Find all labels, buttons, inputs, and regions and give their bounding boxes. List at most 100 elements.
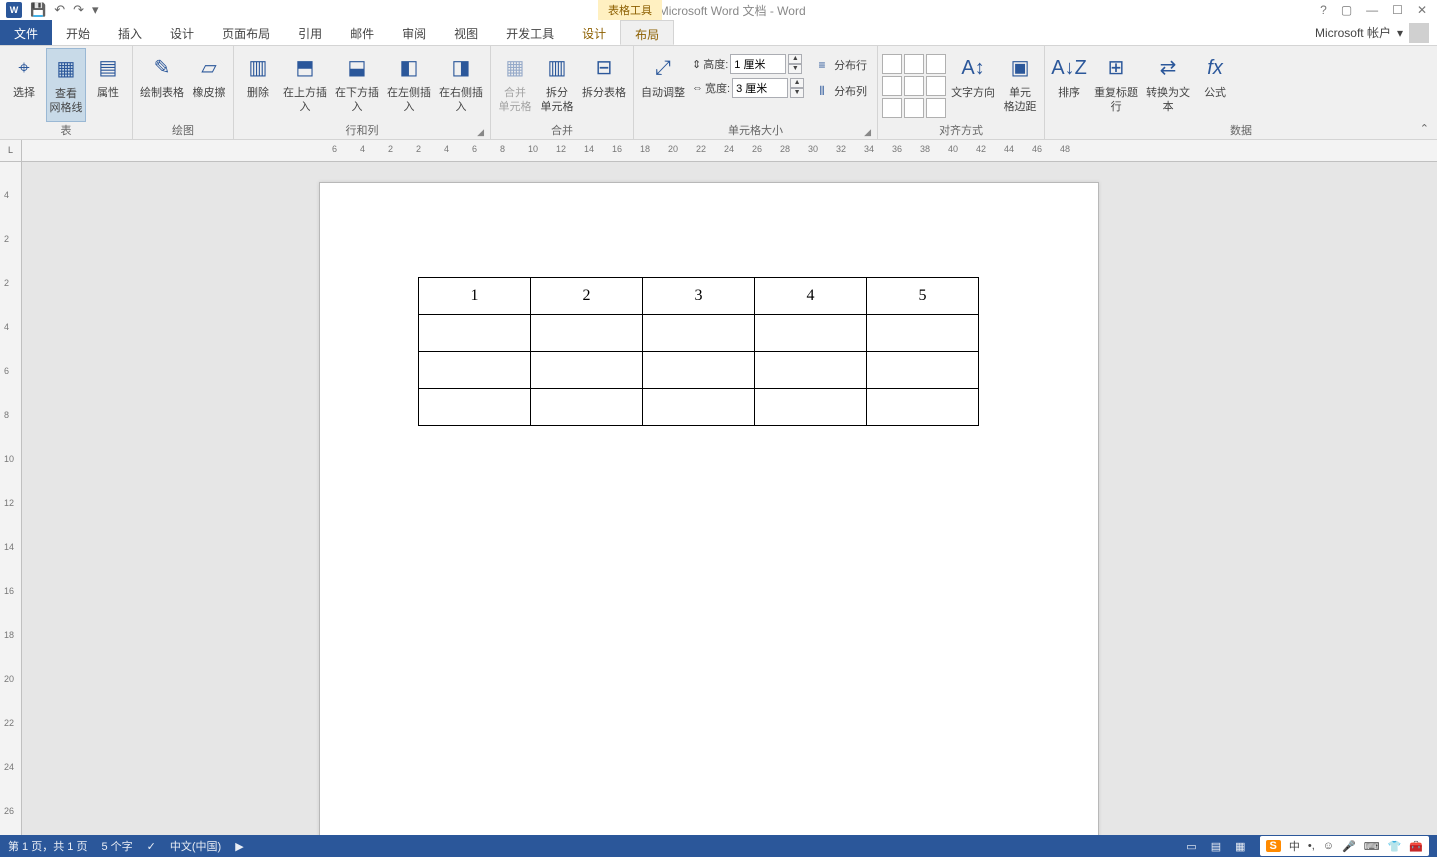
tab-view[interactable]: 视图 (440, 20, 492, 45)
page-info[interactable]: 第 1 页，共 1 页 (8, 838, 87, 854)
align-bot-left[interactable] (882, 98, 902, 118)
tab-review[interactable]: 审阅 (388, 20, 440, 45)
cell-margins-button[interactable]: ▣ 单元 格边距 (1000, 48, 1040, 122)
table-cell[interactable] (531, 352, 643, 389)
tab-table-layout[interactable]: 布局 (620, 20, 674, 45)
text-direction-button[interactable]: A↕ 文字方向 (948, 48, 998, 122)
close-icon[interactable]: ✕ (1417, 3, 1427, 17)
tab-references[interactable]: 引用 (284, 20, 336, 45)
ime-toolbox-icon[interactable]: 🧰 (1409, 840, 1423, 853)
table-cell[interactable]: 2 (531, 278, 643, 315)
collapse-ribbon-icon[interactable]: ⌃ (1420, 122, 1429, 135)
table-cell[interactable] (643, 389, 755, 426)
ime-mode[interactable]: 中 (1289, 838, 1300, 854)
page-area[interactable]: 12345 (22, 162, 1437, 835)
tab-developer[interactable]: 开发工具 (492, 20, 568, 45)
ruler-corner[interactable]: L (0, 140, 22, 162)
insert-above-button[interactable]: ⬒ 在上方插入 (280, 48, 330, 122)
cell-size-dialog-icon[interactable]: ◢ (864, 127, 871, 138)
table-cell[interactable] (755, 389, 867, 426)
eraser-button[interactable]: ▱ 橡皮擦 (189, 48, 229, 122)
tab-page-layout[interactable]: 页面布局 (208, 20, 284, 45)
table-cell[interactable] (867, 389, 979, 426)
align-mid-right[interactable] (926, 76, 946, 96)
table-row[interactable] (419, 389, 979, 426)
document-table[interactable]: 12345 (418, 277, 979, 426)
proofing-icon[interactable]: ✓ (147, 840, 156, 853)
tab-mailings[interactable]: 邮件 (336, 20, 388, 45)
macro-icon[interactable]: ▶ (235, 840, 243, 853)
table-cell[interactable]: 3 (643, 278, 755, 315)
web-layout-icon[interactable]: ▦ (1235, 840, 1245, 853)
height-down-icon[interactable]: ▼ (788, 64, 802, 74)
undo-icon[interactable]: ↶ (54, 2, 65, 18)
table-cell[interactable] (531, 389, 643, 426)
ime-skin-icon[interactable]: 👕 (1388, 840, 1402, 853)
table-row[interactable] (419, 315, 979, 352)
tab-design[interactable]: 设计 (156, 20, 208, 45)
table-cell[interactable]: 4 (755, 278, 867, 315)
table-cell[interactable] (867, 352, 979, 389)
tab-insert[interactable]: 插入 (104, 20, 156, 45)
ribbon-display-icon[interactable]: ▢ (1341, 3, 1352, 17)
repeat-header-button[interactable]: ⊞ 重复标题行 (1091, 48, 1141, 122)
select-button[interactable]: ⌖ 选择 (4, 48, 44, 122)
split-cells-button[interactable]: ▥ 拆分 单元格 (537, 48, 577, 122)
print-layout-icon[interactable]: ▤ (1211, 840, 1221, 853)
account-menu[interactable]: Microsoft 帐户 ▾ (1307, 20, 1437, 45)
ime-voice-icon[interactable]: 🎤 (1342, 840, 1356, 853)
tab-table-design[interactable]: 设计 (568, 20, 620, 45)
convert-text-button[interactable]: ⇄ 转换为文本 (1143, 48, 1193, 122)
insert-below-button[interactable]: ⬓ 在下方插入 (332, 48, 382, 122)
distribute-cols-button[interactable]: ⦀ 分布列 (810, 80, 871, 102)
tab-home[interactable]: 开始 (52, 20, 104, 45)
table-cell[interactable] (419, 315, 531, 352)
minimize-icon[interactable]: — (1366, 3, 1378, 17)
align-bot-center[interactable] (904, 98, 924, 118)
help-icon[interactable]: ? (1320, 3, 1327, 17)
word-count[interactable]: 5 个字 (101, 838, 132, 854)
width-down-icon[interactable]: ▼ (790, 88, 804, 98)
table-cell[interactable] (643, 352, 755, 389)
redo-icon[interactable]: ↷ (73, 2, 84, 18)
align-top-left[interactable] (882, 54, 902, 74)
language-status[interactable]: 中文(中国) (170, 838, 221, 854)
insert-right-button[interactable]: ◨ 在右侧插入 (436, 48, 486, 122)
vertical-ruler[interactable]: 422468101214161820222426 (0, 162, 22, 835)
height-input[interactable] (730, 54, 786, 74)
table-cell[interactable] (755, 315, 867, 352)
autofit-button[interactable]: ⤢ 自动调整 (638, 48, 688, 122)
table-cell[interactable] (531, 315, 643, 352)
table-cell[interactable] (755, 352, 867, 389)
align-mid-center[interactable] (904, 76, 924, 96)
align-top-center[interactable] (904, 54, 924, 74)
save-icon[interactable]: 💾 (30, 2, 46, 18)
height-up-icon[interactable]: ▲ (788, 54, 802, 64)
document-page[interactable]: 12345 (319, 182, 1099, 835)
horizontal-ruler[interactable]: 6422468101214161820222426283032343638404… (22, 140, 1437, 162)
table-cell[interactable] (419, 389, 531, 426)
sort-button[interactable]: A↓Z 排序 (1049, 48, 1089, 122)
table-cell[interactable]: 1 (419, 278, 531, 315)
table-cell[interactable] (419, 352, 531, 389)
width-input[interactable] (732, 78, 788, 98)
read-mode-icon[interactable]: ▭ (1186, 840, 1196, 853)
view-gridlines-button[interactable]: ▦ 查看 网格线 (46, 48, 86, 122)
ime-emoji-icon[interactable]: ☺ (1323, 840, 1334, 852)
delete-button[interactable]: ▥ 删除 (238, 48, 278, 122)
distribute-rows-button[interactable]: ≡ 分布行 (810, 54, 871, 76)
customize-qat-icon[interactable]: ▾ (92, 2, 99, 18)
rows-cols-dialog-icon[interactable]: ◢ (477, 127, 484, 138)
align-mid-left[interactable] (882, 76, 902, 96)
table-cell[interactable] (867, 315, 979, 352)
ime-keyboard-icon[interactable]: ⌨ (1364, 840, 1380, 853)
split-table-button[interactable]: ⊟ 拆分表格 (579, 48, 629, 122)
formula-button[interactable]: fx 公式 (1195, 48, 1235, 122)
table-row[interactable] (419, 352, 979, 389)
draw-table-button[interactable]: ✎ 绘制表格 (137, 48, 187, 122)
table-cell[interactable] (643, 315, 755, 352)
properties-button[interactable]: ▤ 属性 (88, 48, 128, 122)
align-bot-right[interactable] (926, 98, 946, 118)
maximize-icon[interactable]: ☐ (1392, 3, 1403, 17)
table-cell[interactable]: 5 (867, 278, 979, 315)
